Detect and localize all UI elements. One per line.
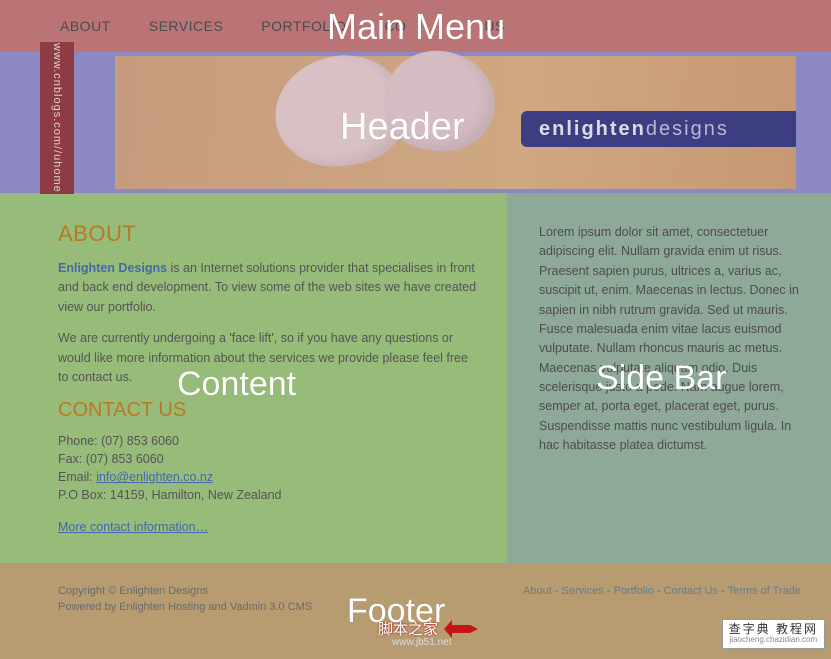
brand-name: Enlighten Designs <box>58 261 167 275</box>
jb51-ribbon-icon <box>444 620 478 638</box>
footer-link-portfolio[interactable]: Portfolio <box>614 585 654 597</box>
logo-bold: enlighten <box>539 118 646 141</box>
more-contact-link[interactable]: More contact information… <box>58 520 208 534</box>
sidebar-text: Lorem ipsum dolor sit amet, consectetuer… <box>539 223 799 456</box>
footer-link-contact[interactable]: Contact Us <box>664 585 718 597</box>
contact-pobox: P.O Box: 14159, Hamilton, New Zealand <box>58 488 479 502</box>
region-label-header: Header <box>340 106 465 149</box>
about-p1: Enlighten Designs is an Internet solutio… <box>58 259 479 317</box>
footer-right: About - Services - Portfolio - Contact U… <box>523 585 801 597</box>
chazidian-py: jiaocheng.chazidian.com <box>730 636 818 645</box>
logo-light: designs <box>646 118 729 141</box>
jb51-badge: 脚本之家 <box>378 618 478 639</box>
contact-email-link[interactable]: info@enlighten.co.nz <box>96 470 213 484</box>
region-label-menu: Main Menu <box>327 6 505 48</box>
contact-phone: Phone: (07) 853 6060 <box>58 434 479 448</box>
footer-left: Copyright © Enlighten Designs Powered by… <box>58 585 312 617</box>
contact-fax: Fax: (07) 853 6060 <box>58 452 479 466</box>
contact-email: Email: info@enlighten.co.nz <box>58 470 479 484</box>
footer-powered: Powered by Enlighten Hosting and Vadmin … <box>58 601 312 613</box>
jb51-cn: 脚本之家 <box>378 618 438 639</box>
bookmark-tab: www.cnblogs.com//uhome <box>40 42 74 194</box>
jb51-url: www.jb51.net <box>392 637 451 648</box>
nav-about[interactable]: ABOUT <box>60 18 111 34</box>
about-heading: ABOUT <box>58 221 479 247</box>
footer-link-terms[interactable]: Terms of Trade <box>728 585 801 597</box>
chazidian-badge: 查字典 教程网 jiaocheng.chazidian.com <box>722 619 825 649</box>
region-label-content: Content <box>177 365 296 404</box>
footer-link-about[interactable]: About <box>523 585 552 597</box>
region-label-sidebar: Side Bar <box>596 359 726 398</box>
nav-services[interactable]: SERVICES <box>149 18 224 34</box>
footer-copyright: Copyright © Enlighten Designs <box>58 585 312 597</box>
footer-link-services[interactable]: Services <box>562 585 604 597</box>
logo-pill: enlightendesigns <box>521 111 796 147</box>
bookmark-text: www.cnblogs.com//uhome <box>51 43 63 193</box>
